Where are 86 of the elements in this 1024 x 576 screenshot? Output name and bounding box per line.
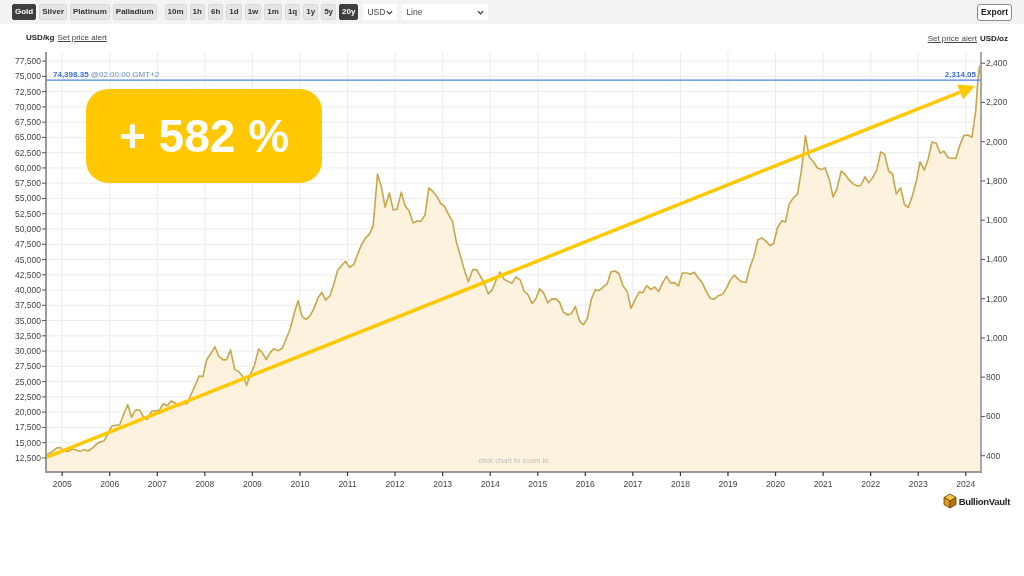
- axis-tick-label: 62,500: [15, 147, 41, 158]
- axis-tick-label: 25,000: [15, 376, 41, 387]
- axis-unit-label: USD/oz: [980, 34, 1008, 43]
- axis-tick-label: 1,400: [986, 254, 1008, 265]
- axis-tick-label: 1,600: [986, 215, 1008, 226]
- current-price-label: 74,398.35 @02:00:00 GMT+2: [53, 70, 160, 80]
- chevron-down-icon: [386, 9, 394, 15]
- axis-tick-label: 400: [986, 450, 1001, 461]
- axis-tick-label: 47,500: [15, 239, 41, 250]
- axis-tick-label: 20,000: [15, 407, 41, 418]
- axis-tick-label: 67,500: [15, 117, 41, 128]
- axis-tick-label: 600: [986, 411, 1001, 422]
- axis-tick-label: 1,200: [986, 293, 1008, 304]
- axis-tick-label: 45,000: [15, 254, 41, 265]
- axis-tick-label: 2,400: [986, 58, 1008, 69]
- axis-tick-label: 60,000: [15, 162, 41, 173]
- export-button[interactable]: Export: [977, 3, 1012, 21]
- axis-tick-label: 12,500: [15, 452, 41, 463]
- year-label: 2024: [956, 479, 976, 489]
- axis-tick-label: 72,500: [15, 86, 41, 97]
- year-label: 2013: [433, 479, 453, 489]
- year-label: 2019: [718, 479, 738, 489]
- metal-tab[interactable]: Gold: [12, 4, 37, 20]
- axis-tick-label: 1,000: [986, 332, 1008, 343]
- metal-tab[interactable]: Silver: [39, 4, 67, 20]
- year-label: 2008: [195, 479, 215, 489]
- axis-tick-label: 800: [986, 372, 1001, 383]
- year-label: 2022: [861, 479, 881, 489]
- range-tab[interactable]: 1y: [303, 4, 319, 20]
- ingot-icon: [942, 493, 957, 509]
- axis-tick-label: 55,000: [15, 193, 41, 204]
- year-label: 2006: [100, 479, 120, 489]
- axis-tick-label: 27,500: [15, 361, 41, 372]
- axis-tick-label: 1,800: [986, 175, 1008, 186]
- axis-tick-label: 35,000: [15, 315, 41, 326]
- axis-tick-label: 42,500: [15, 269, 41, 280]
- metal-tab[interactable]: Platinum: [70, 4, 110, 20]
- range-tab[interactable]: 1q: [284, 4, 301, 20]
- year-label: 2021: [813, 479, 833, 489]
- price-alert-link[interactable]: Set price alert: [927, 34, 977, 43]
- axis-tick-label: 17,500: [15, 422, 41, 433]
- year-label: 2020: [766, 479, 785, 489]
- gain-badge: + 582 %: [86, 89, 322, 183]
- range-tab[interactable]: 1w: [244, 4, 262, 20]
- current-price-label: 2,314.05: [944, 70, 976, 80]
- year-label: 2012: [385, 479, 405, 489]
- year-label: 2009: [242, 479, 262, 489]
- axis-tick-label: 70,000: [15, 101, 41, 112]
- axis-tick-label: 30,000: [15, 346, 41, 357]
- chart-type-select[interactable]: Line: [402, 4, 489, 20]
- range-tab[interactable]: 1d: [226, 4, 242, 20]
- logo-wordmark: BullionVault: [958, 495, 1010, 507]
- axis-tick-label: 37,500: [15, 300, 41, 311]
- axis-tick-label: 75,000: [15, 71, 41, 82]
- range-tab[interactable]: 5y: [321, 4, 337, 20]
- range-tab[interactable]: 10m: [164, 4, 187, 20]
- year-label: 2017: [623, 479, 643, 489]
- range-tab[interactable]: 1m: [264, 4, 282, 20]
- axis-tick-label: 50,000: [15, 224, 41, 234]
- chevron-down-icon: [477, 9, 485, 15]
- axis-tick-label: 32,500: [15, 330, 41, 341]
- metal-tab[interactable]: Palladium: [112, 4, 157, 20]
- axis-tick-label: 15,000: [15, 437, 41, 448]
- axis-tick-label: 2,000: [986, 136, 1008, 147]
- year-label: 2014: [480, 479, 500, 489]
- axis-tick-label: 77,500: [15, 56, 41, 67]
- year-label: 2005: [52, 479, 72, 489]
- year-label: 2010: [290, 479, 310, 489]
- price-alert-link[interactable]: Set price alert: [57, 33, 107, 42]
- range-tab[interactable]: 6h: [207, 4, 224, 20]
- year-label: 2011: [338, 479, 357, 489]
- range-tab[interactable]: 1h: [189, 4, 205, 20]
- axis-tick-label: 22,500: [15, 391, 41, 402]
- axis-tick-label: 52,500: [15, 208, 41, 219]
- axis-tick-label: 40,000: [15, 285, 41, 296]
- range-tab[interactable]: 20y: [339, 4, 359, 20]
- currency-select[interactable]: USD: [363, 4, 398, 20]
- axis-unit-label: USD/kg: [26, 33, 55, 42]
- year-label: 2018: [670, 479, 690, 489]
- axis-tick-label: 57,500: [15, 178, 41, 189]
- year-label: 2015: [528, 479, 548, 489]
- axis-tick-label: 2,200: [986, 97, 1008, 108]
- year-label: 2016: [575, 479, 595, 489]
- year-label: 2007: [147, 479, 167, 489]
- year-label: 2023: [908, 479, 928, 489]
- axis-tick-label: 65,000: [15, 132, 41, 143]
